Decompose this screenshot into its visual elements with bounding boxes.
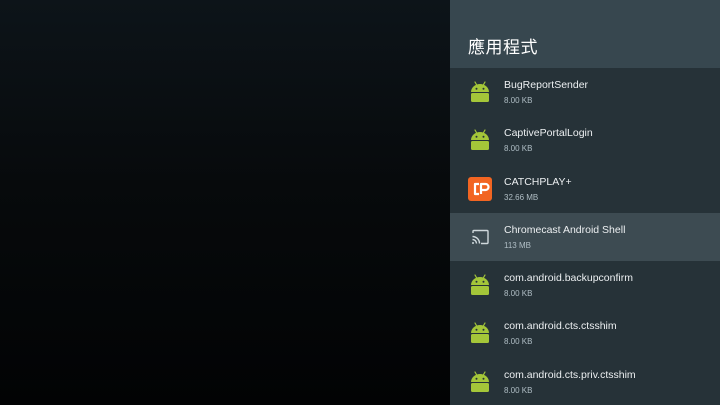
- app-size: 8.00 KB: [504, 96, 533, 105]
- android-icon: [471, 274, 489, 296]
- apps-side-panel: 應用程式 BugReportSender 8.00 KB CaptivePort…: [450, 0, 720, 405]
- app-row-ctsshim[interactable]: com.android.cts.ctsshim 8.00 KB: [450, 309, 720, 357]
- app-name: com.android.backupconfirm: [504, 272, 633, 285]
- cast-icon: [472, 229, 489, 245]
- catchplay-icon: [468, 176, 492, 201]
- app-name: com.android.cts.ctsshim: [504, 320, 617, 333]
- app-size: 8.00 KB: [504, 337, 533, 347]
- app-row-backupconfirm[interactable]: com.android.backupconfirm 8.00 KB: [450, 261, 720, 309]
- app-name: CaptivePortalLogin: [504, 127, 593, 140]
- android-icon: [471, 81, 489, 102]
- app-row-captiveportallogin[interactable]: CaptivePortalLogin 8.00 KB: [450, 116, 720, 164]
- app-name: CATCHPLAY+: [504, 175, 572, 188]
- app-size: 32.66 MB: [504, 192, 539, 202]
- app-row-bugreportsender[interactable]: BugReportSender 8.00 KB: [450, 68, 720, 116]
- android-icon: [471, 371, 489, 392]
- app-row-catchplay[interactable]: CATCHPLAY+ 32.66 MB: [450, 165, 720, 213]
- android-icon: [471, 129, 489, 151]
- panel-header: 應用程式: [450, 0, 720, 68]
- panel-title: 應用程式: [468, 38, 538, 57]
- app-name: Chromecast Android Shell: [504, 223, 626, 236]
- app-row-chromecast-android-shell[interactable]: Chromecast Android Shell 113 MB: [450, 212, 720, 262]
- app-size: 113 MB: [504, 240, 531, 250]
- android-icon: [471, 322, 489, 344]
- app-size: 8.00 KB: [504, 144, 533, 154]
- app-size: 8.00 KB: [504, 289, 533, 299]
- background-area: [0, 0, 450, 405]
- app-name: com.android.cts.priv.ctsshim: [504, 368, 636, 381]
- app-name: BugReportSender: [504, 79, 589, 91]
- app-row-priv-ctsshim[interactable]: com.android.cts.priv.ctsshim 8.00 KB: [450, 358, 720, 405]
- app-size: 8.00 KB: [504, 385, 533, 395]
- app-list: BugReportSender 8.00 KB CaptivePortalLog…: [450, 68, 720, 405]
